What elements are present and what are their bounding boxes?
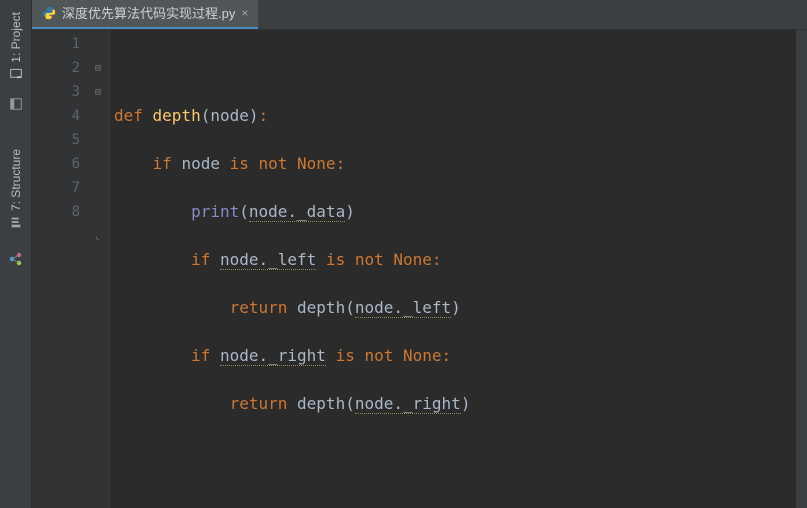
tab-close-icon[interactable]: × (241, 6, 248, 20)
line-number: 6 (32, 152, 80, 176)
line-number: 2 (32, 56, 80, 80)
code-line: print(node._data) (114, 200, 795, 224)
python-file-icon (42, 6, 56, 20)
editor-tab[interactable]: 深度优先算法代码实现过程.py × (32, 0, 258, 29)
code-area[interactable]: def depth(node): if node is not None: pr… (110, 30, 795, 508)
line-number-gutter: 1 2 3 4 5 6 7 8 (32, 30, 92, 508)
editor-scrollbar[interactable] (795, 30, 807, 508)
fold-marker-icon[interactable]: ⊟ (95, 57, 101, 81)
code-line: return depth(node._right) (114, 392, 795, 416)
fold-end-icon: ⌞ (95, 225, 101, 249)
line-number: 1 (32, 32, 80, 56)
sidebar-tab-structure[interactable]: 7: Structure (5, 141, 27, 237)
fold-gutter: ⊟ ⊟ ⌞ (92, 30, 110, 508)
structure-icon (9, 215, 23, 229)
code-line (114, 56, 795, 80)
line-number: 3 (32, 80, 80, 104)
line-number: 7 (32, 176, 80, 200)
code-line: return depth(node._left) (114, 296, 795, 320)
code-line: if node._right is not None: (114, 344, 795, 368)
project-icon (9, 67, 23, 81)
layout-icon (9, 97, 23, 111)
line-number: 4 (32, 104, 80, 128)
sidebar-tab-project[interactable]: 1: Project (5, 4, 27, 89)
sidebar-tab-label: 7: Structure (9, 149, 23, 211)
sidebar-tab-label: 1: Project (9, 12, 23, 63)
main-area: 深度优先算法代码实现过程.py × 1 2 3 4 5 6 7 8 ⊟ ⊟ ⌞ … (32, 0, 807, 508)
tab-filename: 深度优先算法代码实现过程.py (62, 3, 235, 22)
line-number: 8 (32, 200, 80, 224)
code-line: if node is not None: (114, 152, 795, 176)
editor[interactable]: 1 2 3 4 5 6 7 8 ⊟ ⊟ ⌞ def depth(node): i… (32, 30, 807, 508)
code-line: def depth(node): (114, 104, 795, 128)
ide-left-toolbar: 1: Project 7: Structure (0, 0, 32, 508)
editor-tab-bar: 深度优先算法代码实现过程.py × (32, 0, 807, 30)
code-line: if node._left is not None: (114, 248, 795, 272)
line-number: 5 (32, 128, 80, 152)
share-icon (0, 247, 31, 271)
fold-marker-icon[interactable]: ⊟ (95, 81, 101, 105)
